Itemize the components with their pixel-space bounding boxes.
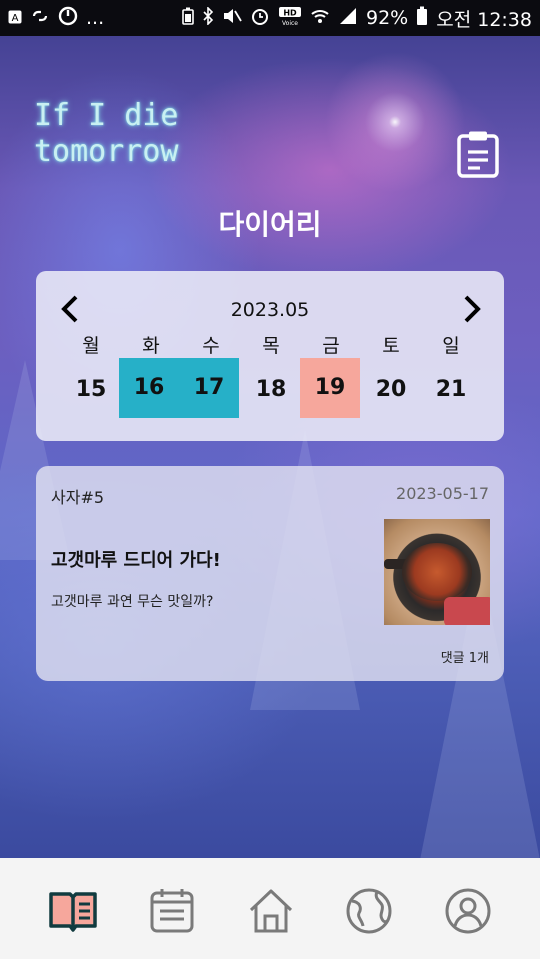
- post-thumbnail[interactable]: [384, 519, 490, 625]
- post-title: 고갯마루 드디어 가다!: [51, 550, 221, 571]
- battery-icon: [416, 6, 428, 30]
- calendar-month: 2023.05: [230, 299, 310, 321]
- logo-line-1: If I die: [34, 98, 179, 133]
- bluetooth-icon: [202, 6, 214, 29]
- food-pan: [402, 543, 472, 601]
- calendar-day-highlighted[interactable]: 16: [119, 358, 179, 418]
- bottom-nav: [0, 858, 540, 959]
- comment-count[interactable]: 댓글 1개: [441, 647, 489, 666]
- calendar-day-highlighted[interactable]: 17: [179, 358, 239, 418]
- home-icon[interactable]: [246, 886, 296, 936]
- weekday-label: 화: [142, 335, 160, 357]
- logo-line-2: tomorrow: [34, 134, 179, 169]
- post-body: 고갯마루 과연 무슨 맛일까?: [51, 594, 214, 610]
- globe-icon[interactable]: [344, 886, 394, 936]
- clock: 오전 12:38: [436, 8, 532, 31]
- hd-voice-icon: HD Voice: [278, 6, 302, 30]
- svg-text:HD: HD: [283, 9, 297, 18]
- diary-post-card[interactable]: 사자#5 2023-05-17 고갯마루 드디어 가다! 고갯마루 과연 무슨 …: [36, 466, 504, 681]
- weekday-label: 일: [442, 335, 460, 357]
- profile-icon[interactable]: [443, 886, 493, 936]
- calendar-icon[interactable]: [147, 886, 197, 936]
- chevron-right-icon[interactable]: [456, 293, 486, 325]
- battery-saver-icon: [182, 7, 194, 29]
- calendar-day[interactable]: 20: [361, 360, 421, 420]
- weekday-label: 토: [382, 335, 400, 357]
- svg-text:Voice: Voice: [282, 20, 298, 26]
- calendar-day-today[interactable]: 19: [300, 358, 360, 418]
- post-tag: 사자#5: [51, 488, 105, 507]
- clipboard-icon[interactable]: [456, 130, 500, 178]
- plate: [444, 597, 490, 625]
- page-title: 다이어리: [218, 208, 322, 241]
- battery-percent: 92%: [366, 7, 409, 29]
- calendar-day[interactable]: 21: [421, 360, 481, 420]
- timer-icon: [58, 6, 78, 30]
- week-calendar: 2023.05 월 화 수 목 금 토 일 15 16 17 18 19 20 …: [36, 271, 504, 441]
- weekday-label: 월: [82, 335, 100, 357]
- mute-icon: [222, 7, 242, 29]
- status-bar: A ... HD Voice 92% 오전 12:38: [0, 0, 540, 36]
- weekday-label: 수: [202, 335, 220, 357]
- a-icon: A: [8, 9, 22, 28]
- calendar-day[interactable]: 15: [61, 360, 121, 420]
- post-date: 2023-05-17: [396, 484, 489, 503]
- signal-icon: [338, 7, 358, 29]
- weekday-label: 목: [262, 335, 280, 357]
- diary-book-icon[interactable]: [48, 886, 98, 936]
- app-logo: If I die tomorrow: [34, 98, 179, 170]
- wifi-icon: [310, 7, 330, 29]
- more-dots: ...: [86, 7, 105, 29]
- calendar-day[interactable]: 18: [241, 360, 301, 420]
- link-icon: [30, 7, 50, 29]
- svg-text:A: A: [12, 13, 19, 24]
- alarm-icon: [250, 6, 270, 30]
- weekday-label: 금: [322, 335, 340, 357]
